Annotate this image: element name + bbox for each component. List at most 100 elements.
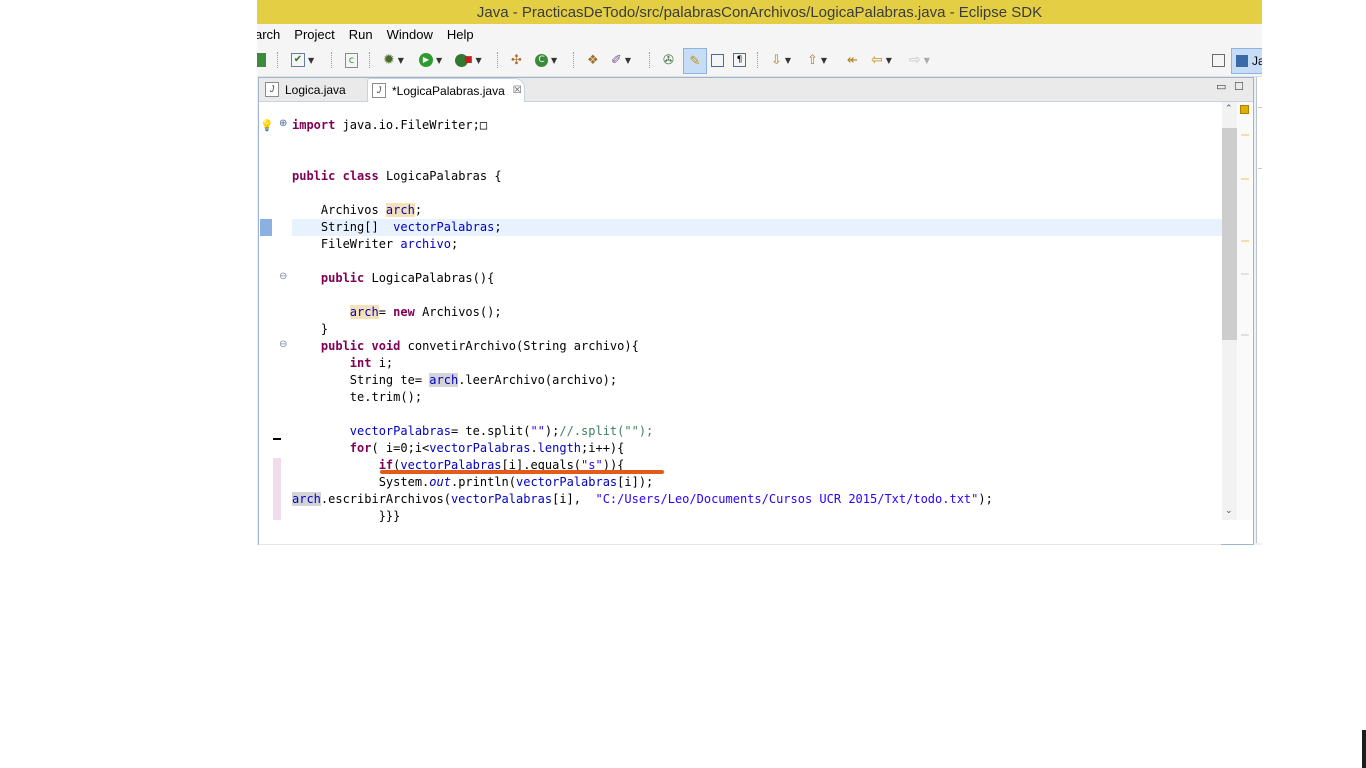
next-annotation-icon[interactable]: ⇩ ▼ — [771, 51, 791, 69]
code-token: for — [349, 441, 372, 455]
tab-label: Logica.java — [285, 82, 346, 97]
vertical-scroll-thumb[interactable] — [1222, 128, 1237, 340]
code-line[interactable]: int i; — [292, 355, 1222, 372]
code-token: ; — [414, 203, 423, 217]
minimize-icon[interactable]: ▭ — [1216, 80, 1226, 93]
code-line[interactable] — [292, 151, 1222, 168]
java-file-icon: J — [372, 83, 386, 98]
code-line[interactable]: String[] vectorPalabras; — [292, 219, 1222, 236]
open-type-icon[interactable]: ❖ — [587, 51, 599, 69]
code-line[interactable]: Archivos arch; — [292, 202, 1222, 219]
toggle-mark-occurrences-icon[interactable]: ✎ — [683, 48, 707, 74]
quick-diff-change-marker — [273, 458, 281, 520]
java-perspective-button[interactable]: Ja — [1231, 48, 1262, 74]
code-token: [i]); — [617, 475, 654, 489]
perspective-label: Ja — [1252, 54, 1262, 68]
code-token: LogicaPalabras(){ — [364, 271, 495, 285]
code-line[interactable]: arch= new Archivos(); — [292, 304, 1222, 321]
code-token: vectorPalabras — [516, 475, 618, 489]
forward-icon[interactable]: ⇨ ▼ — [909, 51, 930, 69]
title-bar: Java - PracticasDeTodo/src/palabrasConAr… — [257, 0, 1262, 24]
occurrence-mark[interactable] — [1241, 178, 1249, 180]
code-line[interactable]: public LogicaPalabras(){ — [292, 270, 1222, 287]
new-package-icon[interactable]: ✣ — [511, 51, 522, 69]
last-edit-location-icon[interactable]: ↞ — [847, 51, 858, 69]
warning-summary-icon[interactable] — [1240, 105, 1249, 114]
occurrence-mark[interactable] — [1241, 134, 1249, 136]
show-whitespace-icon[interactable]: ¶ — [733, 51, 746, 69]
code-token: arch — [349, 305, 379, 319]
new-java-class-icon[interactable]: c — [345, 51, 358, 69]
code-line[interactable]: }}} — [292, 508, 1222, 525]
code-line[interactable]: arch.escribirArchivos(vectorPalabras[i],… — [292, 491, 1222, 508]
code-line[interactable] — [292, 253, 1222, 270]
code-token: public — [320, 271, 365, 285]
code-line[interactable]: vectorPalabras= te.split("");//.split(""… — [292, 423, 1222, 440]
save-all-icon[interactable] — [257, 51, 266, 69]
menu-help[interactable]: Help — [447, 27, 474, 42]
code-line[interactable] — [292, 185, 1222, 202]
expand-fold-icon[interactable]: ⊕ — [279, 118, 287, 129]
back-icon[interactable]: ⇦ ▼ — [871, 51, 892, 69]
open-perspective-icon[interactable] — [1212, 51, 1225, 69]
code-token: //.split(""); — [559, 424, 654, 438]
code-token: FileWriter — [292, 237, 401, 251]
code-token: .escribirArchivos( — [320, 492, 451, 506]
code-token: out — [429, 475, 451, 489]
task-checkbox-icon[interactable]: ✔ ▼ — [291, 51, 314, 69]
code-line[interactable]: } — [292, 321, 1222, 338]
code-token: convetirArchivo(String archivo){ — [400, 339, 639, 353]
screen-edge — [1362, 730, 1366, 768]
right-side-panel[interactable] — [1256, 77, 1262, 543]
menu-run[interactable]: Run — [349, 27, 373, 42]
editor-gutter: 💡 ⊕ ⊖ ⊖ — [259, 102, 287, 520]
code-line[interactable]: for( i=0;i<vectorPalabras.length;i++){ — [292, 440, 1222, 457]
code-line[interactable]: System.out.println(vectorPalabras[i]); — [292, 474, 1222, 491]
horizontal-scrollbar[interactable]: ‹ › — [259, 544, 1221, 545]
code-token: □ — [479, 118, 488, 132]
code-token: int — [349, 356, 372, 370]
code-token: java.io.FileWriter; — [335, 118, 480, 132]
occurrence-mark[interactable] — [1241, 273, 1249, 275]
close-tab-icon[interactable]: ☒ — [513, 85, 522, 96]
maximize-icon[interactable]: ☐ — [1234, 80, 1244, 93]
external-tools-icon[interactable]: ■ ▼ — [455, 51, 482, 69]
search-icon[interactable]: ✐ ▼ — [611, 51, 631, 69]
debug-icon[interactable]: ✹ ▼ — [383, 51, 404, 69]
code-token: import — [292, 118, 336, 132]
menu-project[interactable]: Project — [294, 27, 334, 42]
menu-bar: arch Project Run Window Help — [257, 24, 1262, 44]
warning-lightbulb-icon[interactable]: 💡 — [260, 119, 274, 132]
error-underline — [380, 470, 664, 474]
code-editor[interactable]: 💡 ⊕ ⊖ ⊖ import java.io.FileWriter;□ publi… — [259, 102, 1253, 545]
collapse-fold-icon[interactable]: ⊖ — [279, 271, 287, 282]
code-line[interactable]: import java.io.FileWriter;□ — [292, 117, 1222, 134]
new-class-wizard-icon[interactable]: C ▼ — [535, 51, 557, 69]
code-token: vectorPalabras — [393, 220, 495, 234]
tab-logica-java[interactable]: J Logica.java — [261, 78, 365, 101]
code-line[interactable]: String te= arch.leerArchivo(archivo); — [292, 372, 1222, 389]
toggle-block-selection-icon[interactable] — [711, 51, 724, 69]
occurrence-mark[interactable] — [1241, 334, 1249, 336]
code-line[interactable] — [292, 134, 1222, 151]
code-line[interactable]: te.trim(); — [292, 389, 1222, 406]
previous-annotation-icon[interactable]: ⇧ ▼ — [807, 51, 827, 69]
code-line[interactable]: FileWriter archivo; — [292, 236, 1222, 253]
run-icon[interactable]: ▶ ▼ — [419, 51, 442, 69]
code-line[interactable] — [292, 406, 1222, 423]
code-lines: import java.io.FileWriter;□ public class … — [292, 117, 1222, 525]
code-line[interactable]: public class LogicaPalabras { — [292, 168, 1222, 185]
tab-logicapalabras-java[interactable]: J *LogicaPalabras.java ☒ — [367, 78, 525, 102]
scroll-up-icon[interactable]: ⌃ — [1225, 104, 1233, 114]
code-line[interactable]: public void convetirArchivo(String archi… — [292, 338, 1222, 355]
menu-window[interactable]: Window — [387, 27, 433, 42]
collapse-fold-icon[interactable]: ⊖ — [279, 339, 287, 350]
code-line[interactable] — [292, 287, 1222, 304]
occurrence-mark[interactable] — [1241, 240, 1249, 242]
scroll-down-icon[interactable]: ⌄ — [1225, 506, 1233, 516]
menu-search[interactable]: arch — [257, 27, 280, 42]
toggle-breadcrumb-icon[interactable]: ✇ — [663, 51, 674, 69]
